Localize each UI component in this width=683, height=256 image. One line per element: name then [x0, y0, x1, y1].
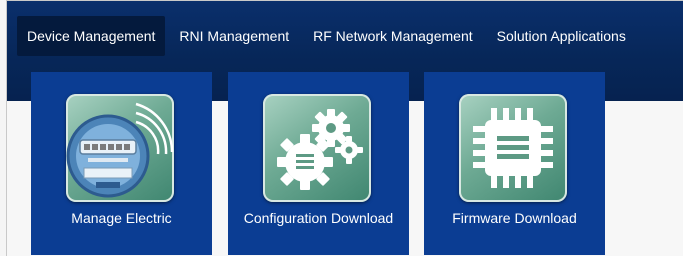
firmware-download-tile[interactable]: Firmware Download [424, 72, 605, 255]
configuration-download-label: Configuration Download [243, 210, 394, 226]
menu-rf-network-management[interactable]: RF Network Management [303, 16, 483, 56]
menu-device-management[interactable]: Device Management [17, 16, 166, 56]
menu-rni-management[interactable]: RNI Management [169, 16, 299, 56]
menu-solution-applications[interactable]: Solution Applications [487, 16, 636, 56]
electric-meter-icon [66, 94, 174, 202]
chip-icon [459, 94, 567, 202]
configuration-download-tile[interactable]: Configuration Download [228, 72, 409, 255]
main-menu: Device Management RNI Management RF Netw… [17, 16, 640, 56]
gears-icon [263, 94, 371, 202]
manage-electric-label: Manage Electric [71, 210, 172, 226]
firmware-download-label: Firmware Download [452, 210, 577, 226]
manage-electric-tile[interactable]: Manage Electric [31, 72, 212, 255]
